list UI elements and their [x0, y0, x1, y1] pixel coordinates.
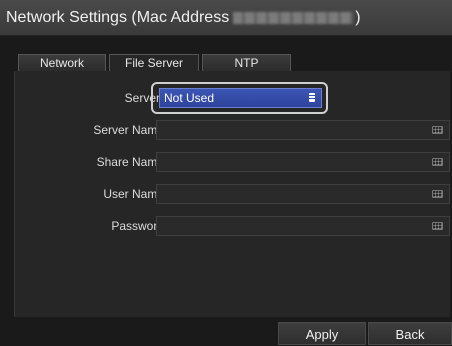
tab-ntp[interactable]: NTP: [202, 54, 291, 71]
title-bar: Network Settings (Mac Address ): [0, 0, 452, 36]
keyboard-icon[interactable]: [432, 158, 443, 166]
server-name-row: Server Name: [14, 119, 450, 141]
user-name-row: User Name: [14, 183, 450, 205]
user-name-field[interactable]: [156, 184, 450, 204]
server-name-label: Server Name: [93, 123, 164, 137]
password-row: Password: [14, 215, 450, 237]
back-button[interactable]: Back: [368, 322, 452, 345]
window-title: Network Settings (Mac Address: [6, 8, 230, 26]
server-select[interactable]: Not Used: [159, 88, 322, 108]
dropdown-icon: [309, 93, 315, 102]
password-field[interactable]: [156, 216, 450, 236]
server-name-field[interactable]: [156, 120, 450, 140]
keyboard-icon[interactable]: [432, 126, 443, 134]
server-select-value: Not Used: [164, 91, 215, 105]
apply-button[interactable]: Apply: [278, 322, 366, 345]
tab-bar: Network File Server NTP: [18, 54, 291, 71]
share-name-row: Share Name: [14, 151, 450, 173]
share-name-label: Share Name: [96, 155, 164, 169]
window-title-suffix: ): [355, 8, 361, 26]
keyboard-icon[interactable]: [432, 222, 443, 230]
server-select-focus-ring: Not Used: [151, 82, 328, 114]
share-name-field[interactable]: [156, 152, 450, 172]
user-name-label: User Name: [103, 187, 164, 201]
tab-file-server[interactable]: File Server: [109, 54, 199, 71]
mac-address-redacted: [233, 11, 354, 24]
tab-network[interactable]: Network: [18, 54, 106, 71]
keyboard-icon[interactable]: [432, 190, 443, 198]
